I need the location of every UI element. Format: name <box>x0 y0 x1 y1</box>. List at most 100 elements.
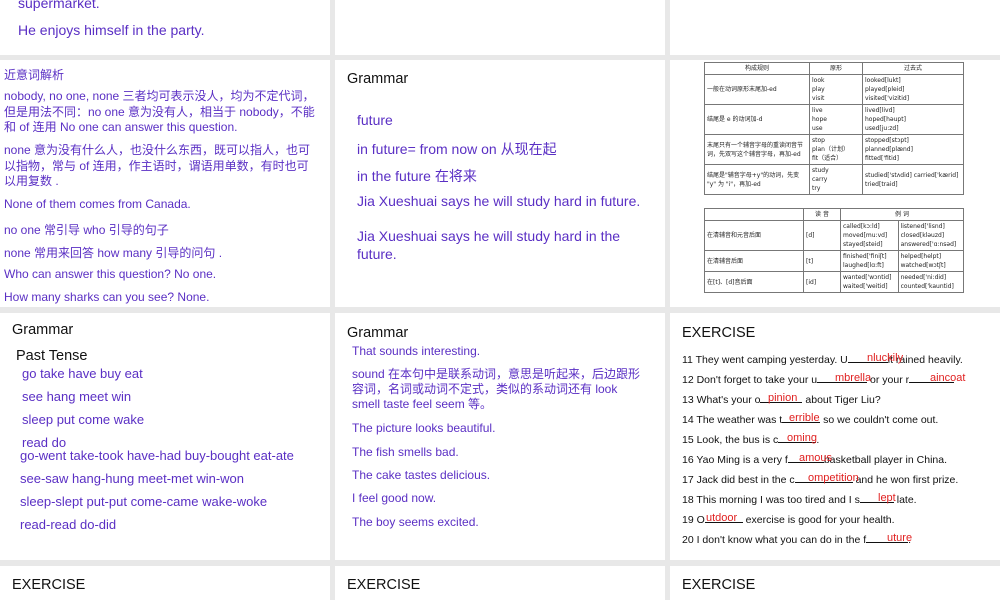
exercise-answer-19: utdoor <box>706 512 738 524</box>
verb-row-3: sleep put come wake <box>22 412 145 427</box>
rules-row-3-rule: 末尾只有一个辅音字母的重读闭音节词，先双写这个辅音字母，再加-ed <box>704 134 810 165</box>
slide-synonyms: 近意词解析 nobody, no one, none 三者均可表示没人，均为不定… <box>0 60 330 307</box>
verb-row-1: go take have buy eat <box>22 366 143 381</box>
pron-row-1-example: closed[kləuzd] <box>900 232 945 239</box>
verb-pairs-row-1: go-went take-took have-had buy-bought ea… <box>20 448 294 463</box>
pron-row-1-example: moved[mu:vd] <box>843 232 888 239</box>
pron-row-1-sound: [d] <box>803 220 841 251</box>
grammar-past-subtitle: Past Tense <box>16 348 88 364</box>
pron-row-2-example: laughed[lɑ:ft] <box>843 262 884 269</box>
rules-row-1-past: played[pleid] <box>865 86 905 93</box>
slide-bottom-middle: EXERCISE <box>335 566 665 600</box>
pron-row-2-sound: [t] <box>803 250 841 272</box>
slide-bottom-left: EXERCISE <box>0 566 330 600</box>
pronunciation-table: 读 音 例 词 在清辅音和元音后面 [d] called[kɔ:ld] moved… <box>704 208 965 293</box>
pron-row-1-example: answered['ɑ:nsəd] <box>900 241 957 248</box>
grammar-future-line-4: Jia Xueshuai says he will study hard in … <box>357 193 641 209</box>
slide-bottom-right: EXERCISE <box>670 566 1000 600</box>
exercise-answer-11: nluckily <box>867 352 904 364</box>
rules-header-base: 原形 <box>809 62 863 75</box>
text-enjoys: He enjoys himself in the party. <box>18 22 205 38</box>
grammar-link-line-7: The boy seems excited. <box>352 515 479 529</box>
rules-row-4-base: try <box>812 185 821 192</box>
verb-pairs-row-4: read-read do-did <box>20 517 117 532</box>
rules-row-2-past: used[ju:zd] <box>865 125 899 132</box>
grammar-link-title: Grammar <box>347 325 409 341</box>
exercise-item-14-prefix: 14 The weather was t <box>682 414 783 426</box>
rules-row-4-past: studied['stʌdid] carried['kærid] <box>865 171 959 179</box>
grammar-future-line-1: future <box>357 112 393 128</box>
exercise-item-18-prefix: 18 This morning I was too tired and I s <box>682 494 860 506</box>
slide-top-middle <box>335 0 665 55</box>
exercise-answer-14: errible <box>789 412 820 424</box>
rules-header-rule: 构成规则 <box>704 62 810 75</box>
exercise-item-17-prefix: 17 Jack did best in the c <box>682 474 795 486</box>
exercise-item-11: 11 They went camping yesterday. Uit rain… <box>682 354 963 366</box>
rules-row-4-base: study <box>812 167 829 174</box>
rules-row-3-base: stop <box>812 137 825 144</box>
synonyms-example-3: none 常用来回答 how many 引导的问句 . <box>4 246 223 260</box>
pron-row-3-rule: 在[t]、[d]音后面 <box>704 271 804 293</box>
pron-header-examples: 例 词 <box>840 208 964 221</box>
grammar-future-line-2: in future= from now on 从现在起 <box>357 141 557 157</box>
grammar-link-line-5: The cake tastes delicious. <box>352 468 491 482</box>
exercise-answer-20: uture <box>887 532 913 544</box>
rules-row-1-past: looked[lukt] <box>865 77 901 84</box>
pron-row-3-example: wanted['wɔntid] <box>843 274 892 281</box>
exercise-item-13-suffix: about Tiger Liu? <box>802 394 881 406</box>
rules-row-2-base: live <box>812 107 823 114</box>
grammar-link-explanation: sound 在本句中是联系动词，意思是听起来，后边跟形容词，名词或动词不定式，类… <box>352 367 641 411</box>
slide-top-left: supermarket. He enjoys himself in the pa… <box>0 0 330 55</box>
exercise-item-19-prefix: 19 O <box>682 514 705 526</box>
pron-row-1-example: listened['lisnd] <box>900 223 945 230</box>
grammar-link-line-1: That sounds interesting. <box>352 344 481 358</box>
pron-row-1-rule: 在清辅音和元音后面 <box>704 220 804 251</box>
exercise-answer-13: pinion <box>768 392 798 404</box>
exercise-answer-12b: aincoat <box>930 372 966 384</box>
rules-row-1-past: visited['vizitid] <box>865 95 910 102</box>
grammar-future-line-5: Jia Xueshuai says he will study hard in … <box>357 228 621 262</box>
slide-grammar-past: Grammar Past Tense go take have buy eat … <box>0 313 330 560</box>
synonyms-example-4: Who can answer this question? No one. <box>4 267 217 281</box>
exercise-item-14-suffix: so we couldn't come out. <box>820 414 939 426</box>
slide-top-right <box>670 0 1000 55</box>
exercise-answer-15: oming <box>787 432 817 444</box>
text-supermarket: supermarket. <box>18 0 100 11</box>
verb-pairs-row-2: see-saw hang-hung meet-met win-won <box>20 471 244 486</box>
slide-grammar-future: Grammar future in future= from now on 从现… <box>335 60 665 307</box>
synonyms-title: 近意词解析 <box>4 68 65 82</box>
grammar-link-line-6: I feel good now. <box>352 491 437 505</box>
rules-row-3-past: fitted['fitid] <box>865 155 899 162</box>
pron-row-1-example: stayed[steid] <box>843 241 883 248</box>
synonyms-example-2: no one 常引导 who 引导的句子 <box>4 223 169 237</box>
pron-row-2-example: finished['finiʃt] <box>843 253 887 260</box>
pron-row-1-example: called[kɔ:ld] <box>843 223 880 230</box>
pron-row-2-example: helped[helpt] <box>900 253 942 260</box>
exercise-item-13-prefix: 13 What's your o <box>682 394 761 406</box>
exercise-answer-12a: mbrella <box>835 372 872 384</box>
grammar-past-title: Grammar <box>12 322 74 338</box>
exercise-title: EXERCISE <box>682 325 756 341</box>
rules-row-2-past: lived[livd] <box>865 107 895 114</box>
slide-grammar-linking-verbs: Grammar That sounds interesting. sound 在… <box>335 313 665 560</box>
rules-row-3-base: fit（适合） <box>812 155 843 162</box>
rules-row-3-base: plan（计划） <box>812 146 849 153</box>
bottom-exercise-title-3: EXERCISE <box>682 577 756 593</box>
bottom-exercise-title-2: EXERCISE <box>347 577 421 593</box>
past-form-rules-table: 构成规则 原形 过去式 一般在动词原形末尾加-ed look play visit … <box>704 62 964 195</box>
exercise-item-16-prefix: 16 Yao Ming is a very f <box>682 454 788 466</box>
pron-row-3-example: waited['weitid] <box>843 283 888 290</box>
slide-exercise: EXERCISE 11 They went camping yesterday.… <box>670 313 1000 560</box>
rules-row-1-base: look <box>812 77 825 84</box>
slide-past-table: 构成规则 原形 过去式 一般在动词原形末尾加-ed look play visit … <box>670 60 1000 307</box>
grammar-future-title: Grammar <box>347 71 409 87</box>
synonyms-paragraph-1: nobody, no one, none 三者均可表示没人，均为不定代词，但是用… <box>4 89 315 134</box>
pron-row-3-example: counted['kauntid] <box>900 283 954 290</box>
exercise-item-12-prefix: 12 Don't forget to take your u <box>682 374 818 386</box>
pron-row-2-example: watched[wɔtʃt] <box>900 262 946 269</box>
synonyms-example-1: None of them comes from Canada. <box>4 197 191 211</box>
rules-row-2-base: use <box>812 125 823 132</box>
rules-row-4-base: carry <box>812 176 828 183</box>
pron-row-3-example: needed['ni:did] <box>900 274 947 281</box>
rules-row-4-past: tried[traid] <box>865 180 898 188</box>
